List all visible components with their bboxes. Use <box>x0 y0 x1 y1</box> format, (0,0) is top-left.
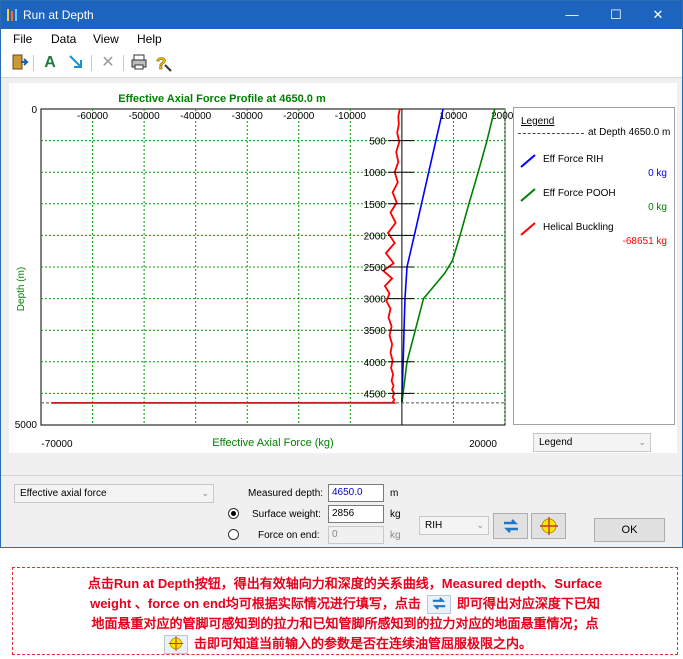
delete-icon[interactable]: ✕ <box>97 53 119 73</box>
y-tick-label: 3000 <box>364 295 387 306</box>
help-icon[interactable]: ? <box>152 53 174 73</box>
note-line-3: 地面悬重对应的管脚可感知到的拉力和已知管脚所感知到的拉力对应的地面悬重情况；点 <box>91 616 599 631</box>
close-button[interactable]: ✕ <box>644 5 672 25</box>
swap-icon <box>426 595 451 615</box>
chart-title: Effective Axial Force Profile at 4650.0 … <box>118 93 326 105</box>
app-icon <box>7 9 17 21</box>
note-line-2-start: weight 、force on end均可根据实际情况进行填写，点击 <box>90 596 421 611</box>
legend-depth-label: at Depth 4650.0 m <box>588 127 671 138</box>
toolbar: A ✕ ? <box>1 49 682 78</box>
legend-swatch-rih <box>520 154 536 168</box>
measured-depth-label: Measured depth: <box>248 488 324 499</box>
swap-icon <box>503 519 518 533</box>
force-profile-chart: Effective Axial Force Profile at 4650.0 … <box>15 93 514 450</box>
note-line-2-end: 即可得出对应深度下已知 <box>456 596 600 611</box>
measured-depth-input[interactable]: 4650.0 <box>328 484 384 502</box>
y-tick-label: 2000 <box>364 231 387 242</box>
crosshair-icon <box>163 635 188 655</box>
legend-swatch-pooh <box>520 188 536 202</box>
minimize-button[interactable]: — <box>558 5 586 25</box>
x-tick-label: -10000 <box>335 111 367 122</box>
menu-bar: File Data View Help <box>1 29 682 49</box>
note-line-1: 点击Run at Depth按钮，得出有效轴向力和深度的关系曲线，Measure… <box>87 576 603 591</box>
ok-button[interactable]: OK <box>594 518 665 542</box>
exit-icon[interactable] <box>9 53 31 73</box>
legend-item-rih-value: 0 kg <box>648 168 667 179</box>
x-tick-label: -40000 <box>180 111 212 122</box>
maximize-button[interactable]: ☐ <box>602 5 630 25</box>
text-icon[interactable]: A <box>39 53 61 73</box>
note-line-2: weight 、force on end均可根据实际情况进行填写，点击 即可得出对… <box>13 594 677 615</box>
rih-pooh-value: RIH <box>425 520 443 531</box>
x-end-label-left: -70000 <box>41 439 73 450</box>
x-tick-label: 10000 <box>440 111 468 122</box>
window-title: Run at Depth <box>23 8 94 22</box>
y-tick-label: 1500 <box>364 200 387 211</box>
menu-help[interactable]: Help <box>137 32 162 46</box>
surface-weight-unit: kg <box>390 509 401 520</box>
calculate-surface-weight-button[interactable] <box>493 513 528 539</box>
divider <box>1 475 682 476</box>
legend-select-value: Legend <box>539 437 573 448</box>
note-line-4: 击即可知道当前输入的参数是否在连续油管屈服极限之内。 <box>13 634 677 655</box>
legend-item-pooh-label: Eff Force POOH <box>543 188 616 199</box>
surface-weight-radio[interactable] <box>228 508 239 519</box>
legend-swatch-buckling <box>520 222 536 236</box>
chevron-down-icon: ⌄ <box>638 437 646 447</box>
force-on-end-unit: kg <box>390 530 401 541</box>
crosshair-icon <box>539 517 558 535</box>
arrow-tool-icon[interactable] <box>65 53 87 73</box>
chevron-down-icon: ⌄ <box>476 520 484 530</box>
y-tick-label: 4500 <box>364 389 387 400</box>
menu-file[interactable]: File <box>13 32 32 46</box>
y-tick-label: 1000 <box>364 168 387 179</box>
instruction-note: 点击Run at Depth按钮，得出有效轴向力和深度的关系曲线，Measure… <box>12 567 678 655</box>
x-tick-label: -30000 <box>232 111 264 122</box>
note-line-4-text: 击即可知道当前输入的参数是否在连续油管屈服极限之内。 <box>193 636 532 651</box>
menu-data[interactable]: Data <box>51 32 76 46</box>
surface-weight-input[interactable]: 2856 <box>328 505 384 523</box>
plot-type-select[interactable]: Effective axial force ⌄ <box>14 484 214 503</box>
legend-select[interactable]: Legend ⌄ <box>533 433 651 452</box>
x-tick-label: -60000 <box>77 111 109 122</box>
y-tick-label: 4000 <box>364 358 387 369</box>
yield-check-button[interactable] <box>531 513 566 539</box>
measured-depth-unit: m <box>390 488 399 499</box>
y-tick-label: 2500 <box>364 263 387 274</box>
svg-text:?: ? <box>156 54 166 73</box>
print-icon[interactable] <box>128 53 150 73</box>
x-end-label-right: 20000 <box>469 439 497 450</box>
force-on-end-radio[interactable] <box>228 529 239 540</box>
legend-panel: Legend at Depth 4650.0 m Eff Force RIH 0… <box>513 107 675 425</box>
rih-pooh-select[interactable]: RIH ⌄ <box>419 516 489 535</box>
y-end-label-top: 0 <box>31 105 37 116</box>
y-tick-label: 500 <box>369 137 386 148</box>
y-end-label-bottom: 5000 <box>15 420 38 431</box>
x-tick-label: -50000 <box>129 111 161 122</box>
run-at-depth-window: Run at Depth — ☐ ✕ File Data View Help A… <box>0 0 683 548</box>
legend-item-pooh-value: 0 kg <box>648 202 667 213</box>
y-axis-label: Depth (m) <box>16 267 27 311</box>
x-axis-label: Effective Axial Force (kg) <box>212 437 333 449</box>
force-on-end-label: Force on end: <box>258 530 320 541</box>
legend-title: Legend <box>521 116 555 127</box>
legend-item-buckling-label: Helical Buckling <box>543 222 614 233</box>
y-tick-label: 3500 <box>364 326 387 337</box>
force-on-end-input[interactable]: 0 <box>328 526 384 544</box>
surface-weight-label: Surface weight: <box>252 509 321 520</box>
legend-item-buckling-value: -68651 kg <box>622 236 667 247</box>
menu-view[interactable]: View <box>93 32 119 46</box>
title-bar: Run at Depth — ☐ ✕ <box>1 1 682 29</box>
x-tick-label: -20000 <box>283 111 315 122</box>
chevron-down-icon: ⌄ <box>201 488 209 498</box>
legend-item-rih-label: Eff Force RIH <box>543 154 604 165</box>
plot-type-value: Effective axial force <box>20 488 107 499</box>
legend-depth-line <box>518 133 584 134</box>
